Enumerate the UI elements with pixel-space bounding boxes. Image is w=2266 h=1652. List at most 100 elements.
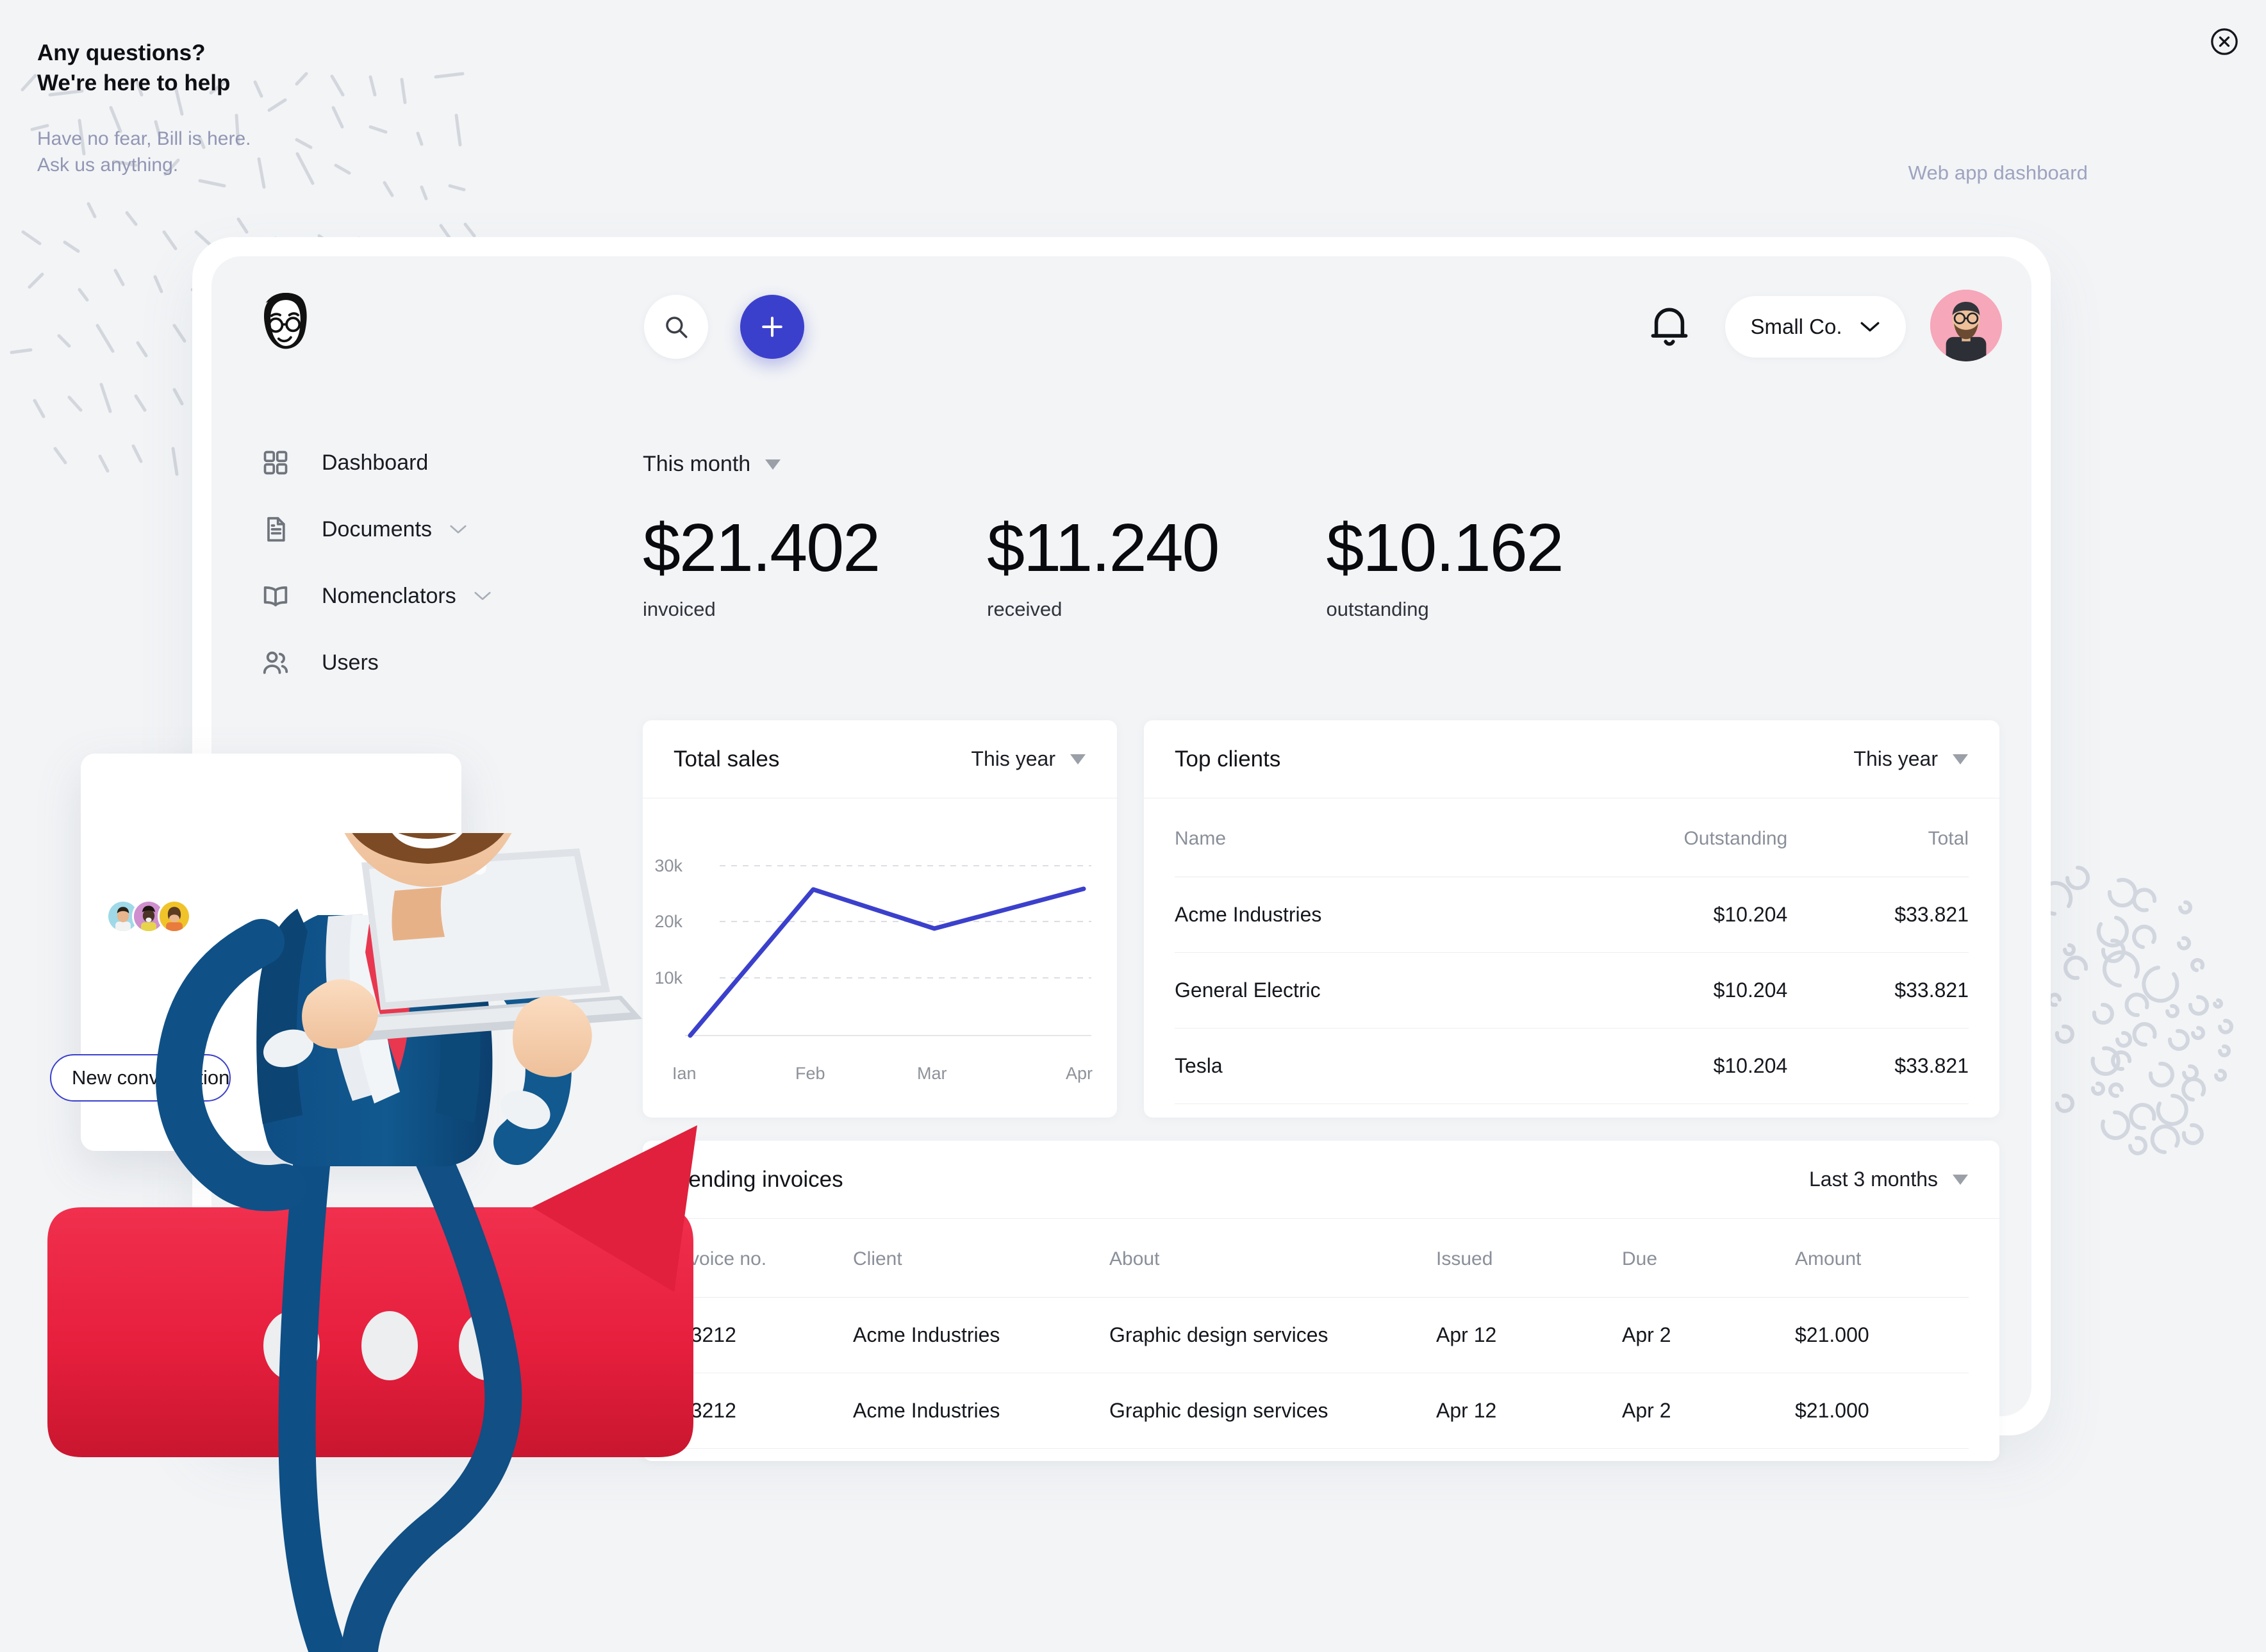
cell-name: General Electric (1175, 952, 1534, 1028)
users-icon (258, 645, 294, 681)
user-avatar[interactable] (1930, 290, 2002, 361)
kpi-value: $21.402 (643, 510, 881, 586)
cell-issued: Apr 12 (1436, 1297, 1622, 1373)
table-row[interactable]: # 3212 Acme Industries Graphic design se… (674, 1297, 1969, 1373)
agent-avatar-3 (158, 900, 191, 933)
card-header: Pending invoices Last 3 months (643, 1141, 1999, 1219)
chat-subtitle: Have no fear, Bill is here. Ask us anyth… (37, 128, 251, 176)
table-header: Name Outstanding Total (1175, 798, 1969, 877)
table-row[interactable]: General Electric $10.204 $33.821 (1175, 952, 1969, 1028)
table-header: Invoice no. Client About Issued Due Amou… (674, 1219, 1969, 1298)
sidebar-item-label: Nomenclators (322, 583, 456, 608)
card-title: Total sales (674, 746, 780, 772)
kpi-label: outstanding (1326, 598, 1429, 621)
cell-client: Acme Industries (853, 1373, 1109, 1449)
cell-about: Graphic design services (1109, 1297, 1436, 1373)
cell-outstanding: $10.204 (1534, 877, 1788, 953)
chart-x-tick-labels: Ian Feb Mar Apr (672, 1064, 1093, 1083)
book-icon (258, 578, 294, 614)
table-row[interactable]: Acme Industries $10.204 $33.821 (1175, 877, 1969, 953)
cell-due: Apr 2 (1622, 1373, 1795, 1449)
ytick-label: 20k (654, 912, 682, 931)
invoices-table: Invoice no. Client About Issued Due Amou… (674, 1219, 1969, 1449)
page-label: Web app dashboard (1908, 161, 2088, 184)
column-header-total: Total (1787, 798, 1969, 877)
sales-filter-dropdown[interactable]: This year (971, 747, 1086, 771)
cell-outstanding: $10.204 (1534, 1028, 1788, 1104)
kpi-label: received (987, 598, 1063, 621)
card-title: Top clients (1175, 746, 1281, 772)
sidebar-item-users[interactable]: Users (258, 642, 597, 683)
cell-name: Tesla (1175, 1028, 1534, 1104)
period-selector[interactable]: This month (643, 452, 781, 477)
column-header-outstanding: Outstanding (1534, 798, 1788, 877)
card-title: Pending invoices (674, 1166, 843, 1192)
column-header-name: Name (1175, 798, 1534, 877)
sidebar-item-documents[interactable]: Documents (258, 509, 597, 550)
plus-icon (762, 317, 782, 337)
new-conversation-button[interactable]: New conversation (50, 1054, 231, 1102)
sidebar-item-dashboard[interactable]: Dashboard (258, 442, 597, 483)
sidebar-item-nomenclators[interactable]: Nomenclators (258, 575, 597, 616)
caret-down-icon (1070, 754, 1086, 764)
close-circle-icon[interactable] (2210, 27, 2239, 56)
invoices-table-wrapper: Invoice no. Client About Issued Due Amou… (643, 1219, 1999, 1449)
document-icon (258, 511, 294, 547)
filter-label: This year (971, 747, 1055, 770)
face-with-glasses-logo (263, 292, 307, 349)
chart-y-tick-labels: 30k 20k 10k (654, 856, 682, 987)
chevron-down-icon[interactable] (473, 590, 492, 602)
card-header: Top clients This year (1144, 720, 1999, 798)
filter-label: This year (1853, 747, 1938, 770)
period-label: This month (643, 452, 751, 476)
cell-outstanding: $10.204 (1534, 1103, 1788, 1118)
table-row[interactable]: Home Depot $10.204 $33.821 (1175, 1103, 1969, 1118)
column-header-issued: Issued (1436, 1219, 1622, 1298)
invoices-filter-dropdown[interactable]: Last 3 months (1809, 1168, 1969, 1191)
column-header-client: Client (853, 1219, 1109, 1298)
ytick-label: 10k (654, 968, 682, 987)
search-button[interactable] (644, 295, 708, 359)
kpi-received: $11.240 received (987, 510, 1220, 621)
cell-client: Acme Industries (853, 1297, 1109, 1373)
column-header-invoice-no: Invoice no. (674, 1219, 853, 1298)
bell-icon[interactable] (1647, 301, 1692, 350)
sales-line-chart: 30k 20k 10k Ian Feb Mar Apr (654, 856, 1093, 1083)
add-button[interactable] (740, 295, 804, 359)
kpi-summary-row: $21.402 invoiced $11.240 received $10.16… (643, 510, 1671, 621)
cell-total: $33.821 (1787, 952, 1969, 1028)
agent-avatar-group (106, 900, 191, 933)
kpi-label: invoiced (643, 598, 716, 621)
xtick-label: Feb (795, 1064, 825, 1083)
sidebar-item-label: Documents (322, 516, 432, 541)
table-row[interactable]: # 3212 Acme Industries Graphic design se… (674, 1373, 1969, 1449)
company-selector[interactable]: Small Co. (1725, 296, 1906, 358)
cell-total: $33.821 (1787, 877, 1969, 953)
xtick-label: Mar (917, 1064, 947, 1083)
cell-invoice-no: # 3212 (674, 1297, 853, 1373)
search-icon (666, 317, 688, 338)
xtick-label: Apr (1066, 1064, 1093, 1083)
cell-total: $33.821 (1787, 1103, 1969, 1118)
kpi-value: $11.240 (987, 510, 1220, 586)
caret-down-icon (765, 459, 781, 470)
sidebar-navigation: Dashboard Documents Nomenclators Users (258, 442, 597, 709)
chevron-down-icon[interactable] (449, 524, 468, 535)
cell-name: Home Depot (1175, 1103, 1534, 1118)
company-name: Small Co. (1750, 315, 1842, 338)
chat-title: Any questions? We're here to help (37, 40, 231, 95)
table-row[interactable]: Tesla $10.204 $33.821 (1175, 1028, 1969, 1104)
filter-label: Last 3 months (1809, 1168, 1938, 1191)
kpi-outstanding: $10.162 outstanding (1326, 512, 1564, 621)
clients-filter-dropdown[interactable]: This year (1853, 747, 1969, 771)
caret-down-icon (1953, 1174, 1968, 1185)
ytick-label: 30k (654, 856, 682, 875)
cell-total: $33.821 (1787, 1028, 1969, 1104)
card-header: Total sales This year (643, 720, 1117, 798)
sidebar-item-label: Dashboard (322, 450, 429, 475)
column-header-amount: Amount (1795, 1219, 1969, 1298)
cell-name: Acme Industries (1175, 877, 1534, 953)
clients-table: Name Outstanding Total Acme Industries $… (1175, 798, 1969, 1118)
total-sales-card: Total sales This year 30k 20k 10k Ian Fe… (643, 720, 1117, 1118)
cell-invoice-no: # 3212 (674, 1373, 853, 1449)
